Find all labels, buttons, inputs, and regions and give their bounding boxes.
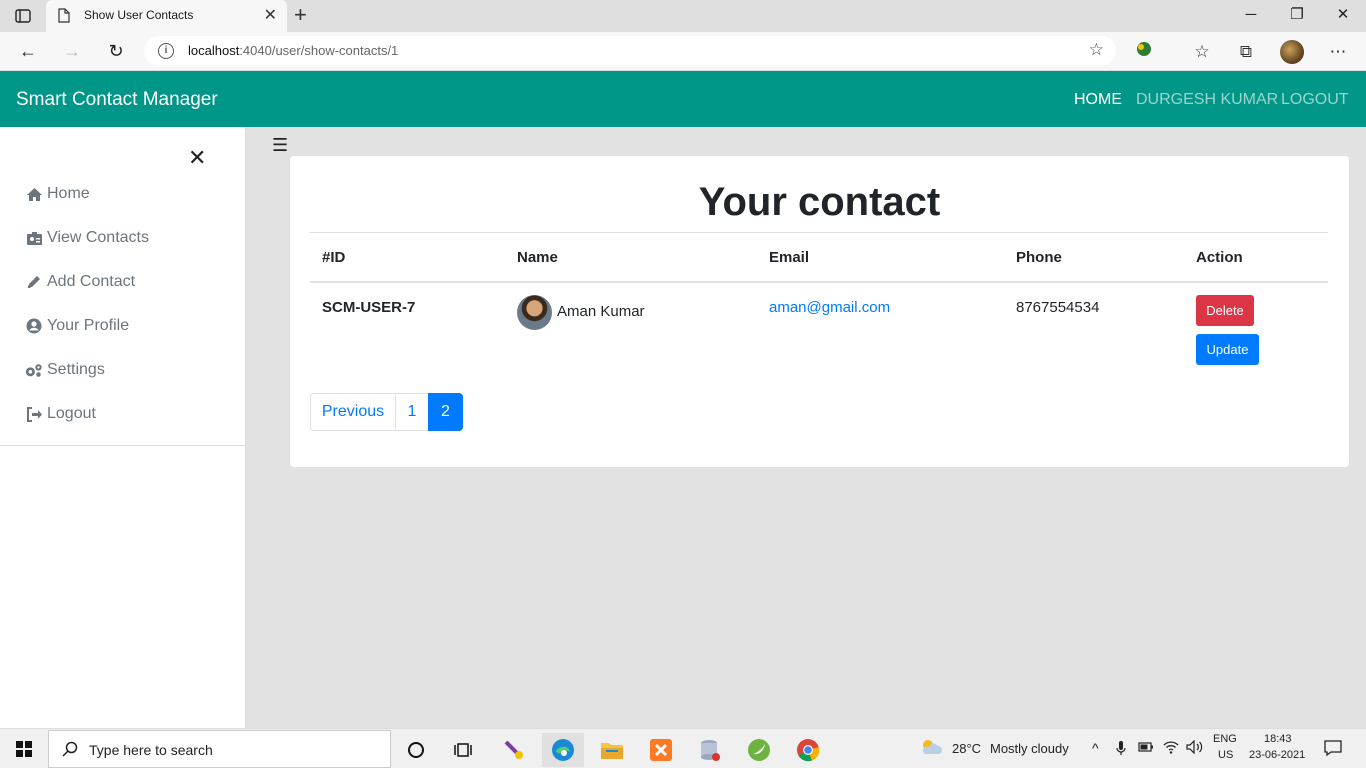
refresh-icon[interactable]: ↻ bbox=[104, 40, 128, 62]
collections-icon[interactable]: ⧉ bbox=[1234, 40, 1258, 64]
database-app-icon[interactable] bbox=[689, 733, 731, 767]
nav-user-link[interactable]: DURGESH KUMAR bbox=[1136, 91, 1278, 109]
chrome-icon[interactable] bbox=[787, 733, 829, 767]
windows-start-icon[interactable] bbox=[16, 741, 32, 757]
menu-toggle-icon[interactable]: ☰ bbox=[272, 135, 288, 156]
task-view-icon[interactable] bbox=[442, 733, 484, 767]
file-explorer-icon[interactable] bbox=[591, 733, 633, 767]
sign-out-icon bbox=[25, 405, 43, 423]
id-badge-icon bbox=[25, 229, 43, 247]
column-header-action: Action bbox=[1196, 249, 1243, 266]
contact-name: Aman Kumar bbox=[557, 303, 645, 320]
table-divider bbox=[310, 232, 1328, 233]
pagination-page-1[interactable]: 1 bbox=[395, 393, 429, 431]
back-icon[interactable]: ← bbox=[16, 40, 40, 62]
forward-icon[interactable]: → bbox=[60, 40, 84, 62]
column-header-id: #ID bbox=[322, 249, 346, 266]
nav-logout-link[interactable]: LOGOUT bbox=[1281, 91, 1349, 109]
taskbar-search-input[interactable]: Type here to search bbox=[48, 730, 391, 768]
pagination-previous[interactable]: Previous bbox=[310, 393, 396, 431]
more-options-icon[interactable]: ⋯ bbox=[1326, 40, 1350, 64]
home-icon bbox=[25, 185, 43, 203]
app-navbar: Smart Contact Manager HOME DURGESH KUMAR… bbox=[0, 71, 1366, 127]
brand-title[interactable]: Smart Contact Manager bbox=[16, 89, 218, 111]
sidebar-item-settings[interactable]: Settings bbox=[25, 358, 105, 382]
contact-id: SCM-USER-7 bbox=[322, 299, 416, 316]
table-header-divider bbox=[310, 281, 1328, 283]
minimize-icon[interactable]: ─ bbox=[1236, 4, 1266, 26]
browser-tab-active[interactable]: Show User Contacts ✕ bbox=[46, 0, 287, 32]
chevron-up-icon[interactable]: ^ bbox=[1092, 740, 1099, 756]
search-icon bbox=[61, 740, 79, 758]
xampp-icon[interactable] bbox=[640, 733, 682, 767]
sidebar-item-home[interactable]: Home bbox=[25, 182, 90, 206]
page-icon bbox=[58, 8, 72, 24]
window-close-icon[interactable]: ✕ bbox=[1328, 4, 1358, 26]
sidebar-item-label: Logout bbox=[47, 405, 96, 422]
weather-condition[interactable]: Mostly cloudy bbox=[990, 741, 1069, 756]
pagination: Previous 1 2 bbox=[310, 393, 463, 431]
sidebar-item-label: Home bbox=[47, 185, 90, 202]
contacts-card: Your contact #ID Name Email Phone Action… bbox=[290, 156, 1349, 467]
cortana-icon[interactable] bbox=[395, 733, 437, 767]
close-icon[interactable]: ✕ bbox=[188, 147, 206, 169]
tab-close-icon[interactable]: ✕ bbox=[264, 7, 277, 25]
profile-avatar[interactable] bbox=[1280, 40, 1304, 64]
cogs-icon bbox=[25, 361, 43, 379]
wifi-icon[interactable] bbox=[1163, 740, 1179, 757]
contact-phone: 8767554534 bbox=[1016, 299, 1100, 316]
nav-home-link[interactable]: HOME bbox=[1074, 91, 1122, 109]
windows-taskbar: Type here to search 28°C Mostly cloudy ^ bbox=[0, 728, 1366, 768]
tab-actions-icon[interactable] bbox=[10, 6, 36, 26]
notifications-icon[interactable] bbox=[1324, 739, 1342, 760]
sidebar-item-label: View Contacts bbox=[47, 229, 149, 246]
column-header-name: Name bbox=[517, 249, 558, 266]
battery-icon[interactable] bbox=[1138, 740, 1154, 756]
keyboard-layout-indicator[interactable]: US bbox=[1218, 749, 1233, 761]
spring-tool-suite-icon[interactable] bbox=[738, 733, 780, 767]
sidebar-item-label: Settings bbox=[47, 361, 105, 378]
weather-cloudy-icon[interactable] bbox=[920, 738, 942, 759]
column-header-email: Email bbox=[769, 249, 810, 266]
delete-button[interactable]: Delete bbox=[1196, 295, 1254, 326]
search-placeholder: Type here to search bbox=[89, 742, 213, 758]
microphone-icon[interactable] bbox=[1116, 740, 1126, 759]
favorites-icon[interactable]: ☆ bbox=[1190, 40, 1214, 64]
edge-browser-icon[interactable] bbox=[542, 733, 584, 767]
language-indicator[interactable]: ENG bbox=[1213, 733, 1237, 745]
weather-temperature[interactable]: 28°C bbox=[952, 741, 981, 756]
sidebar: ✕ Home View Contacts Add Contact Your Pr… bbox=[0, 127, 246, 728]
sidebar-item-add-contact[interactable]: Add Contact bbox=[25, 270, 135, 294]
sidebar-item-logout[interactable]: Logout bbox=[25, 402, 96, 426]
extension-icon[interactable] bbox=[1132, 40, 1156, 64]
pagination-page-2[interactable]: 2 bbox=[428, 393, 463, 431]
sidebar-item-label: Your Profile bbox=[47, 317, 130, 334]
clock-date[interactable]: 23-06-2021 bbox=[1249, 749, 1305, 761]
new-tab-icon[interactable]: + bbox=[294, 4, 307, 26]
add-favorite-icon[interactable]: ☆ bbox=[1089, 40, 1104, 60]
sidebar-item-your-profile[interactable]: Your Profile bbox=[25, 314, 129, 338]
site-info-icon[interactable]: i bbox=[158, 43, 174, 59]
contact-email-link[interactable]: aman@gmail.com bbox=[769, 299, 890, 316]
user-circle-icon bbox=[25, 317, 43, 335]
pencil-icon bbox=[25, 273, 43, 291]
page-title: Your contact bbox=[698, 180, 941, 224]
contact-avatar bbox=[517, 295, 552, 330]
browser-address-bar: ← → ↻ i localhost:4040/user/show-contact… bbox=[0, 32, 1366, 71]
clock-time[interactable]: 18:43 bbox=[1264, 733, 1292, 745]
volume-icon[interactable] bbox=[1186, 739, 1204, 757]
browser-tab-bar: Show User Contacts ✕ + ─ ❐ ✕ bbox=[0, 0, 1366, 32]
restore-icon[interactable]: ❐ bbox=[1282, 4, 1312, 26]
sidebar-item-label: Add Contact bbox=[47, 273, 136, 290]
sidebar-divider bbox=[0, 445, 246, 446]
pen-app-icon[interactable] bbox=[493, 733, 535, 767]
url-input[interactable]: i localhost:4040/user/show-contacts/1 ☆ bbox=[144, 36, 1116, 66]
sidebar-item-view-contacts[interactable]: View Contacts bbox=[25, 226, 149, 250]
column-header-phone: Phone bbox=[1016, 249, 1062, 266]
tab-title: Show User Contacts bbox=[84, 8, 194, 22]
update-button[interactable]: Update bbox=[1196, 334, 1259, 365]
url-text: localhost:4040/user/show-contacts/1 bbox=[188, 43, 399, 58]
